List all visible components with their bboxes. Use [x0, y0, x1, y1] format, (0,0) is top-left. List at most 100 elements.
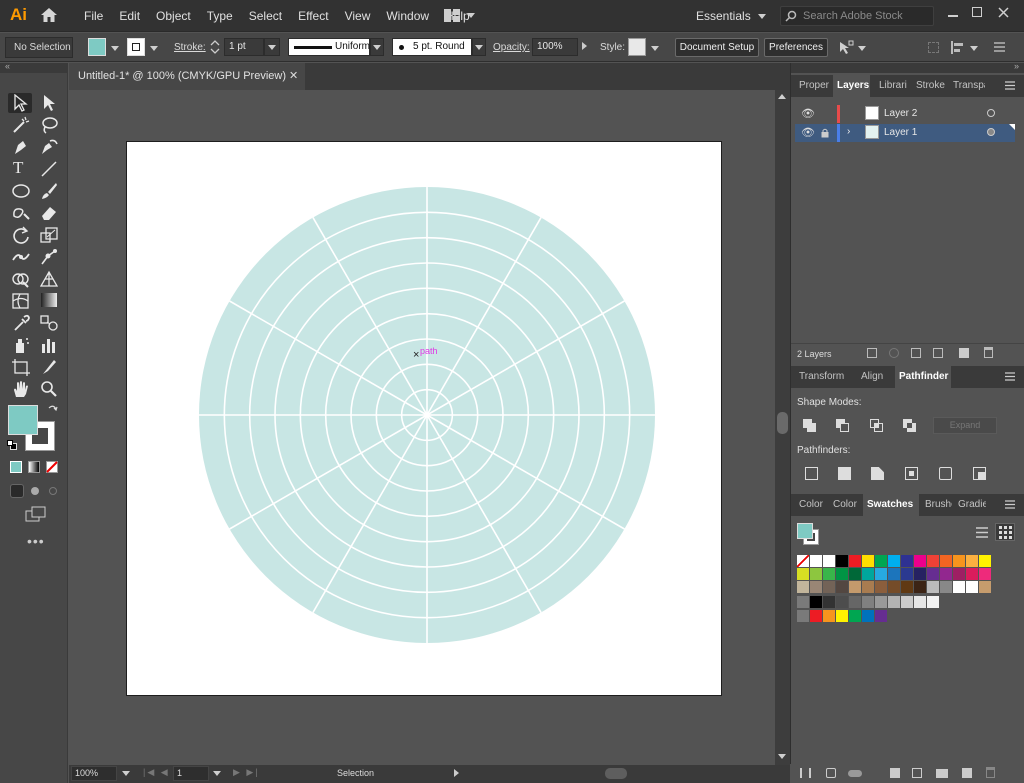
chevron-down-icon[interactable]	[467, 13, 475, 18]
swatch[interactable]	[901, 568, 913, 580]
select-similar-icon[interactable]	[838, 40, 854, 56]
swatch[interactable]	[862, 610, 874, 622]
tab-stroke[interactable]: Stroke	[912, 75, 945, 97]
swatch[interactable]	[875, 568, 887, 580]
hand-tool-icon[interactable]	[11, 380, 31, 398]
layer-name[interactable]: Layer 2	[884, 108, 917, 119]
expand-icon[interactable]: »	[1014, 61, 1019, 71]
minus-back-icon[interactable]	[973, 467, 986, 480]
swatch[interactable]	[849, 555, 861, 567]
swap-fill-stroke-icon[interactable]	[47, 404, 58, 415]
tab-transform[interactable]: Transform	[795, 366, 853, 388]
chevron-right-icon[interactable]	[582, 42, 587, 50]
menu-icon[interactable]	[994, 42, 1005, 52]
swatch[interactable]	[940, 555, 952, 567]
chevron-down-icon[interactable]	[122, 771, 130, 776]
swatch[interactable]	[810, 610, 822, 622]
status-menu-icon[interactable]	[454, 769, 459, 777]
swatch[interactable]	[849, 568, 861, 580]
paintbrush-tool-icon[interactable]	[39, 182, 59, 200]
swatch[interactable]	[953, 581, 965, 593]
visibility-eye-icon[interactable]: 👁	[801, 126, 815, 139]
tab-swatches[interactable]: Swatches	[863, 494, 919, 516]
swatch[interactable]	[940, 581, 952, 593]
collapse-icon[interactable]: «	[5, 61, 10, 71]
arrange-documents-icon[interactable]	[444, 9, 460, 22]
puppet-warp-tool-icon[interactable]	[39, 248, 59, 266]
mesh-tool-icon[interactable]	[11, 292, 31, 310]
lasso-tool-icon[interactable]	[39, 116, 59, 134]
menu-object[interactable]: Object	[148, 0, 199, 32]
scale-tool-icon[interactable]	[39, 226, 59, 244]
color-group-folder-icon[interactable]	[797, 596, 809, 608]
swatch[interactable]	[888, 555, 900, 567]
swatch[interactable]	[862, 581, 874, 593]
search-input[interactable]: Search Adobe Stock	[780, 6, 934, 26]
menu-select[interactable]: Select	[241, 0, 290, 32]
eraser-tool-icon[interactable]	[39, 204, 59, 222]
new-folder-icon[interactable]	[936, 769, 948, 778]
tab-gradient[interactable]: Gradie	[954, 494, 986, 516]
preferences-button[interactable]: Preferences	[764, 38, 828, 57]
swatch[interactable]	[810, 581, 822, 593]
close-icon[interactable]: ✕	[289, 63, 298, 90]
minus-front-icon[interactable]	[836, 419, 850, 433]
workspace-switcher[interactable]: Essentials	[696, 9, 751, 23]
tab-libraries[interactable]: Librari	[875, 75, 911, 97]
swatch[interactable]	[836, 596, 848, 608]
panel-menu-icon[interactable]	[1005, 500, 1015, 509]
chevron-down-icon[interactable]	[150, 46, 158, 51]
visibility-eye-icon[interactable]: 👁	[801, 107, 815, 120]
chevron-right-icon[interactable]: ›	[847, 126, 850, 137]
swatch[interactable]	[823, 555, 835, 567]
swatch[interactable]	[901, 596, 913, 608]
swatch[interactable]	[836, 610, 848, 622]
tab-layers[interactable]: Layers	[833, 75, 870, 97]
swatch[interactable]	[927, 555, 939, 567]
swatch[interactable]	[875, 581, 887, 593]
shaper-tool-icon[interactable]	[11, 204, 31, 222]
swatch[interactable]	[966, 581, 978, 593]
merge-icon[interactable]	[871, 467, 884, 480]
expand-button[interactable]: Expand	[933, 417, 997, 434]
zoom-field[interactable]: 100%	[71, 766, 117, 781]
chevron-down-icon[interactable]	[213, 771, 221, 776]
swatch[interactable]	[823, 596, 835, 608]
locate-object-icon[interactable]	[889, 348, 899, 358]
new-swatch-icon[interactable]	[962, 768, 972, 778]
target-icon[interactable]	[987, 109, 995, 117]
stroke-label[interactable]: Stroke:	[174, 42, 206, 53]
swatch[interactable]	[888, 596, 900, 608]
scroll-up-icon[interactable]	[778, 94, 786, 99]
curvature-tool-icon[interactable]	[39, 138, 59, 156]
swatch[interactable]	[888, 568, 900, 580]
fill-swatch[interactable]	[88, 38, 106, 56]
align-icon[interactable]	[950, 41, 966, 54]
color-mode-icon[interactable]	[10, 461, 22, 473]
trash-icon[interactable]	[984, 347, 993, 358]
swatch[interactable]	[979, 581, 991, 593]
gradient-tool-icon[interactable]	[41, 293, 57, 307]
menu-window[interactable]: Window	[378, 0, 437, 32]
tab-color-guide[interactable]: Color	[829, 494, 861, 516]
swatch[interactable]	[953, 568, 965, 580]
brush-dropdown[interactable]	[472, 38, 486, 56]
chevron-down-icon[interactable]	[970, 46, 978, 51]
rotate-tool-icon[interactable]	[11, 226, 31, 244]
swatch[interactable]	[914, 596, 926, 608]
tab-color[interactable]: Color	[795, 494, 827, 516]
swatch[interactable]	[849, 596, 861, 608]
color-group-folder-icon[interactable]	[797, 610, 809, 622]
line-tool-icon[interactable]	[39, 160, 59, 178]
new-sublayer-icon[interactable]	[933, 348, 943, 358]
swatch[interactable]	[901, 555, 913, 567]
more-tools-icon[interactable]: •••	[27, 533, 45, 549]
layer-name[interactable]: Layer 1	[884, 127, 917, 138]
swatch[interactable]	[823, 581, 835, 593]
chevron-down-icon[interactable]	[111, 46, 119, 51]
first-artboard-icon[interactable]: |◀ ◀	[143, 767, 170, 778]
menu-edit[interactable]: Edit	[111, 0, 148, 32]
swatch[interactable]	[927, 581, 939, 593]
trim-icon[interactable]	[838, 467, 851, 480]
swatch[interactable]	[927, 596, 939, 608]
